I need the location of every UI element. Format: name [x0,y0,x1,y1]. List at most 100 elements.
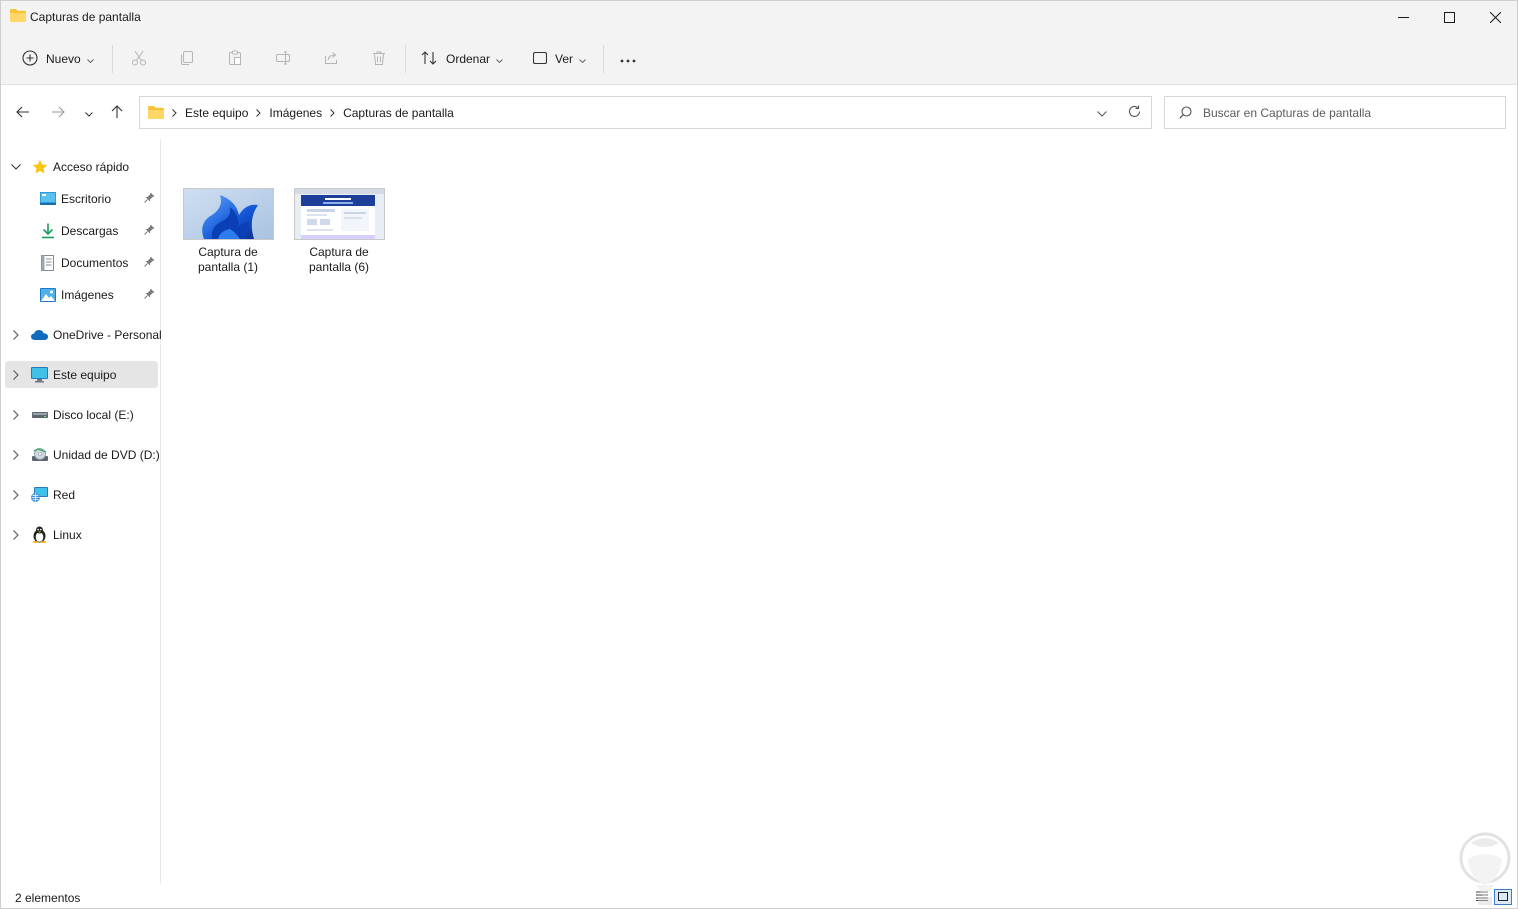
forward-button[interactable] [48,103,68,123]
chevron-down-icon [85,106,93,120]
sidebar-item-dvd-drive[interactable]: Unidad de DVD (D:) [5,441,160,468]
close-button[interactable] [1472,1,1518,33]
new-button[interactable]: Nuevo [22,45,94,73]
sidebar-item-quick-access[interactable]: Acceso rápido [5,153,158,180]
desktop-icon [39,190,56,207]
view-icon [532,51,548,67]
refresh-button[interactable] [1122,97,1146,128]
sidebar-item-desktop[interactable]: Escritorio [5,185,158,212]
star-icon [31,158,48,175]
delete-button[interactable] [368,48,390,70]
cut-button[interactable] [128,48,150,70]
chevron-right-icon[interactable] [10,369,22,381]
copy-icon [179,50,195,69]
search-input[interactable] [1203,103,1493,123]
breadcrumb-screenshots[interactable]: Capturas de pantalla [343,106,454,120]
more-dots-icon [620,52,636,66]
rename-button[interactable] [272,48,294,70]
navigation-pane: Acceso rápido Escritorio Descargas Docum… [1,139,162,884]
back-button[interactable] [13,103,33,123]
file-list: Captura de pantalla (1) Captura de panta… [162,139,1517,884]
chevron-down-icon[interactable] [10,161,22,173]
sidebar-item-label: Este equipo [53,368,117,382]
pin-icon [144,288,155,302]
chevron-right-icon [256,108,262,117]
file-name: Captura de pantalla (1) [181,245,275,275]
file-name-line: pantalla (6) [308,260,370,274]
scissors-icon [131,50,147,69]
sidebar-item-downloads[interactable]: Descargas [5,217,158,244]
chevron-down-icon [1097,106,1107,120]
file-name-line: Captura de [309,245,369,259]
minimize-button[interactable] [1380,1,1426,33]
sidebar-item-label: Descargas [61,224,119,238]
pin-icon [144,192,155,206]
more-options-button[interactable] [617,48,639,70]
document-icon [39,254,56,271]
sidebar-item-label: Linux [53,528,82,542]
sidebar-item-label: Imágenes [61,288,114,302]
address-bar[interactable]: Este equipo Imágenes Capturas de pantall… [139,96,1152,129]
rename-icon [275,50,291,69]
file-item[interactable]: Captura de pantalla (1) [181,188,275,280]
file-item[interactable]: Captura de pantalla (6) [292,188,386,280]
breadcrumb-this-pc[interactable]: Este equipo [185,106,248,120]
sidebar-item-network[interactable]: Red [5,481,158,508]
sidebar-item-label: Disco local (E:) [53,408,134,422]
maximize-button[interactable] [1426,1,1472,33]
chevron-right-icon[interactable] [10,449,22,461]
address-row: Este equipo Imágenes Capturas de pantall… [1,86,1517,139]
arrow-right-icon [51,106,65,121]
window-title: Capturas de pantalla [30,10,141,24]
sidebar-item-label: OneDrive - Personal [53,328,162,342]
title-bar: Capturas de pantalla [1,1,1517,33]
file-name-line: pantalla (1) [197,260,259,274]
search-box[interactable] [1164,96,1506,129]
recent-locations-button[interactable] [79,103,99,123]
chevron-right-icon[interactable] [10,529,22,541]
sidebar-item-linux[interactable]: Linux [5,521,158,548]
download-icon [39,222,56,239]
copy-button[interactable] [176,48,198,70]
chevron-right-icon[interactable] [10,489,22,501]
sort-button[interactable]: Ordenar [421,45,503,73]
paste-button[interactable] [224,48,246,70]
sidebar-item-pictures[interactable]: Imágenes [5,281,158,308]
sidebar-item-documents[interactable]: Documentos [5,249,158,276]
sidebar-item-label: Escritorio [61,192,112,206]
address-history-button[interactable] [1090,97,1114,128]
sidebar-item-onedrive[interactable]: OneDrive - Personal [5,321,162,348]
chevron-right-icon [330,108,335,117]
linux-icon [31,526,48,543]
onedrive-icon [31,326,48,343]
new-label: Nuevo [46,52,81,66]
dvd-icon [31,446,48,463]
toolbar-divider [112,45,113,73]
clipboard-icon [227,50,243,69]
network-icon [31,486,48,503]
search-icon [1179,106,1192,122]
folder-icon [10,9,26,22]
view-label: Ver [555,52,574,66]
drive-icon [31,406,48,423]
pin-icon [144,256,155,270]
refresh-icon [1128,105,1141,121]
chevron-down-icon [579,52,586,66]
sidebar-item-label: Red [53,488,76,502]
sidebar-item-local-disk[interactable]: Disco local (E:) [5,401,158,428]
view-button[interactable]: Ver [532,45,586,73]
up-button[interactable] [107,103,127,123]
chevron-right-icon[interactable] [10,329,22,341]
item-count: 2 elementos [15,891,81,905]
share-icon [323,50,339,69]
chevron-down-icon [86,52,94,66]
sidebar-item-this-pc[interactable]: Este equipo [5,361,158,388]
arrow-up-icon [111,104,123,122]
file-explorer-window: Capturas de pantalla Nuevo Ordenar Ver E… [0,0,1518,909]
pin-icon [144,224,155,238]
arrow-left-icon [16,106,30,121]
chevron-down-icon [496,52,503,66]
breadcrumb-pictures[interactable]: Imágenes [269,106,322,120]
share-button[interactable] [320,48,342,70]
chevron-right-icon[interactable] [10,409,22,421]
